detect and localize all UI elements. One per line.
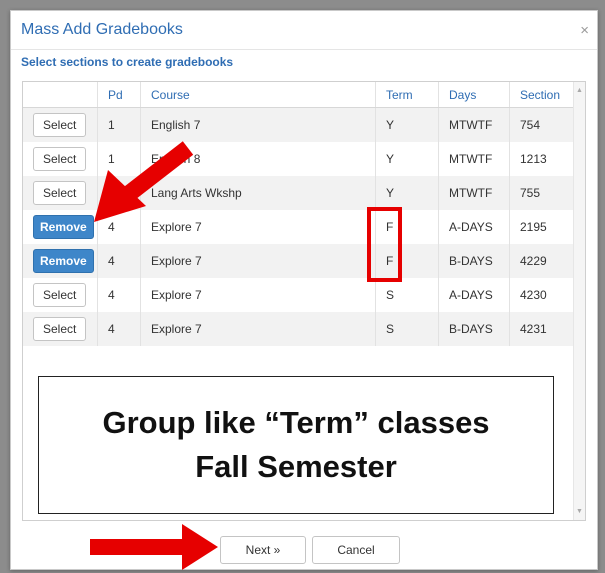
- cell-days: MTWTF: [438, 142, 510, 176]
- cell-course: Explore 7: [140, 312, 376, 346]
- cell-pd: 4: [97, 312, 141, 346]
- cell-course: English 8: [140, 142, 376, 176]
- cell-pd: 1: [97, 142, 141, 176]
- table-row: Remove 4 Explore 7 F A-DAYS 2195: [23, 210, 576, 244]
- dialog-subtitle: Select sections to create gradebooks: [21, 55, 234, 69]
- title-divider: [11, 49, 597, 50]
- cell-section: 2195: [509, 210, 576, 244]
- scroll-up-icon[interactable]: ▲: [576, 87, 583, 94]
- col-header-pd: Pd: [97, 82, 141, 108]
- cell-course: Lang Arts Wkshp: [140, 176, 376, 210]
- cell-section: 4230: [509, 278, 576, 312]
- cell-course: Explore 7: [140, 278, 376, 312]
- annotation-callout: Group like “Term” classes Fall Semester: [38, 376, 554, 514]
- scroll-down-icon[interactable]: ▼: [576, 508, 583, 515]
- col-header-days: Days: [438, 82, 510, 108]
- close-icon[interactable]: ×: [580, 22, 589, 39]
- cell-course: Explore 7: [140, 244, 376, 278]
- col-header-term: Term: [375, 82, 439, 108]
- select-button[interactable]: Select: [33, 147, 87, 171]
- annotation-line-1: Group like “Term” classes: [102, 405, 490, 440]
- col-header-course: Course: [140, 82, 376, 108]
- sections-table: Pd Course Term Days Section Select 1 Eng…: [23, 82, 576, 346]
- cell-course: English 7: [140, 107, 376, 142]
- table-row: Select 1 English 8 Y MTWTF 1213: [23, 142, 576, 176]
- select-button[interactable]: Select: [33, 317, 87, 341]
- term-highlight-box: [367, 207, 402, 282]
- cell-section: 755: [509, 176, 576, 210]
- cell-days: MTWTF: [438, 176, 510, 210]
- cell-section: 4229: [509, 244, 576, 278]
- cell-term: S: [375, 312, 439, 346]
- next-button[interactable]: Next »: [220, 536, 306, 564]
- col-header-section: Section: [509, 82, 576, 108]
- vertical-scrollbar[interactable]: ▲ ▼: [573, 82, 585, 520]
- cell-term: S: [375, 278, 439, 312]
- select-button[interactable]: Select: [33, 113, 87, 137]
- cell-term: Y: [375, 142, 439, 176]
- cell-pd: 4: [97, 278, 141, 312]
- table-row: Select 1 Lang Arts Wkshp Y MTWTF 755: [23, 176, 576, 210]
- cell-pd: 1: [97, 176, 141, 210]
- dialog-title: Mass Add Gradebooks: [21, 21, 183, 38]
- annotation-line-2: Fall Semester: [195, 449, 397, 484]
- cell-term: Y: [375, 107, 439, 142]
- table-row: Select 4 Explore 7 S A-DAYS 4230: [23, 278, 576, 312]
- cell-days: A-DAYS: [438, 210, 510, 244]
- cell-term: Y: [375, 176, 439, 210]
- cell-section: 754: [509, 107, 576, 142]
- cell-days: B-DAYS: [438, 312, 510, 346]
- table-row: Remove 4 Explore 7 F B-DAYS 4229: [23, 244, 576, 278]
- remove-button[interactable]: Remove: [33, 215, 94, 239]
- cell-section: 1213: [509, 142, 576, 176]
- table-row: Select 1 English 7 Y MTWTF 754: [23, 107, 576, 142]
- cell-section: 4231: [509, 312, 576, 346]
- select-button[interactable]: Select: [33, 283, 87, 307]
- cancel-button[interactable]: Cancel: [312, 536, 400, 564]
- cell-pd: 4: [97, 210, 141, 244]
- cell-course: Explore 7: [140, 210, 376, 244]
- select-button[interactable]: Select: [33, 181, 87, 205]
- cell-days: MTWTF: [438, 107, 510, 142]
- table-header-row: Pd Course Term Days Section: [23, 82, 576, 108]
- cell-days: A-DAYS: [438, 278, 510, 312]
- cell-pd: 1: [97, 107, 141, 142]
- cell-pd: 4: [97, 244, 141, 278]
- table-row: Select 4 Explore 7 S B-DAYS 4231: [23, 312, 576, 346]
- remove-button[interactable]: Remove: [33, 249, 94, 273]
- col-header-action: [23, 82, 98, 108]
- cell-days: B-DAYS: [438, 244, 510, 278]
